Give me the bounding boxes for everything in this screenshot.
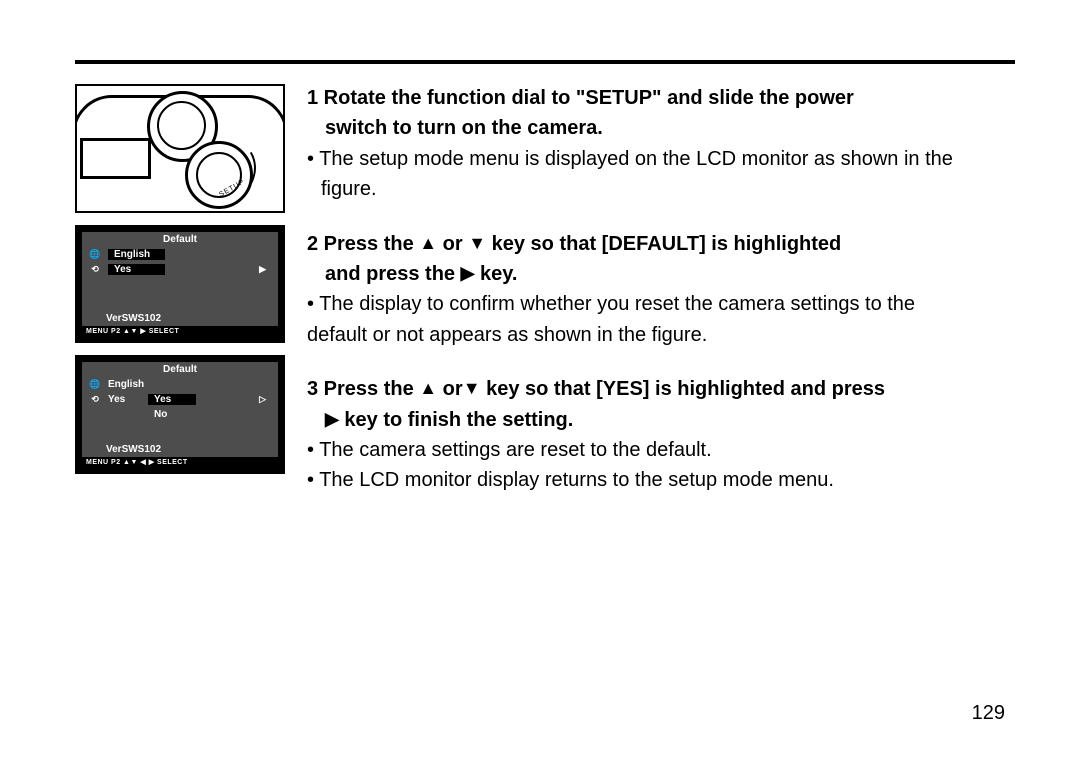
- lcd2-opt-yes: Yes: [148, 394, 196, 405]
- step2-bullet-line2: default or not appears as shown in the f…: [307, 321, 1015, 349]
- content-row: SETUP Default 🌐 English ⟲ Yes ▶: [75, 84, 1015, 521]
- reset-icon: ⟲: [86, 394, 104, 405]
- triangle-right-icon: ▶: [259, 264, 274, 275]
- step-2: 2 Press the ▲ or ▼ key so that [DEFAULT]…: [307, 230, 1015, 350]
- triangle-down-icon: ▼: [463, 376, 481, 402]
- step1-bullet-line1: • The setup mode menu is displayed on th…: [307, 145, 1015, 173]
- step-1: 1 Rotate the function dial to "SETUP" an…: [307, 84, 1015, 204]
- lcd1-footer: MENU P2 ▲▼ ▶ SELECT: [82, 326, 278, 336]
- step2-bullet-line1: • The display to confirm whether you res…: [307, 290, 1015, 318]
- lcd2-version: VerSWS102: [82, 436, 278, 457]
- lcd2-title: Default: [82, 362, 278, 377]
- triangle-down-icon: ▼: [468, 231, 486, 257]
- lcd1-yes: Yes: [108, 264, 165, 275]
- reset-icon: ⟲: [86, 264, 104, 275]
- lcd2-footer: MENU P2 ▲▼ ◀ ▶ SELECT: [82, 457, 278, 467]
- left-column: SETUP Default 🌐 English ⟲ Yes ▶: [75, 84, 285, 474]
- lcd1-english: English: [108, 249, 165, 260]
- step-3: 3 Press the ▲ or▼ key so that [YES] is h…: [307, 375, 1015, 495]
- step3-heading-line2: ▶ key to finish the setting.: [325, 406, 1015, 434]
- globe-icon: 🌐: [86, 379, 104, 390]
- lcd1-title: Default: [82, 232, 278, 247]
- lcd1-version: VerSWS102: [82, 305, 278, 326]
- lcd2-english: English: [108, 379, 144, 390]
- manual-page: SETUP Default 🌐 English ⟲ Yes ▶: [0, 0, 1080, 765]
- step1-heading-line2: switch to turn on the camera.: [325, 114, 1015, 142]
- top-divider: [75, 60, 1015, 64]
- step3-bullet1: • The camera settings are reset to the d…: [307, 436, 1015, 464]
- step1-heading-line1: 1 Rotate the function dial to "SETUP" an…: [307, 84, 1015, 112]
- step1-bullet-line2: figure.: [321, 175, 1015, 203]
- triangle-right-icon: ▶: [325, 407, 339, 433]
- triangle-up-icon: ▲: [419, 231, 437, 257]
- step3-heading-line1: 3 Press the ▲ or▼ key so that [YES] is h…: [307, 375, 1015, 403]
- triangle-right-hollow-icon: ▷: [259, 394, 274, 405]
- lcd2-yes: Yes: [108, 394, 144, 405]
- instructions-column: 1 Rotate the function dial to "SETUP" an…: [307, 84, 1015, 521]
- lcd2-opt-no: No: [148, 409, 173, 420]
- lcd-screenshot-2: Default 🌐 English ⟲ Yes Yes ▷ No: [75, 355, 285, 474]
- step2-heading-line2: and press the ▶ key.: [325, 260, 1015, 288]
- step2-heading-line1: 2 Press the ▲ or ▼ key so that [DEFAULT]…: [307, 230, 1015, 258]
- lcd-screenshot-1: Default 🌐 English ⟲ Yes ▶ VerSWS102 MENU…: [75, 225, 285, 343]
- camera-diagram: SETUP: [75, 84, 285, 213]
- globe-icon: 🌐: [86, 249, 104, 260]
- triangle-up-icon: ▲: [419, 376, 437, 402]
- step3-bullet2: • The LCD monitor display returns to the…: [307, 466, 1015, 494]
- triangle-right-icon: ▶: [461, 261, 475, 287]
- page-number: 129: [972, 702, 1005, 725]
